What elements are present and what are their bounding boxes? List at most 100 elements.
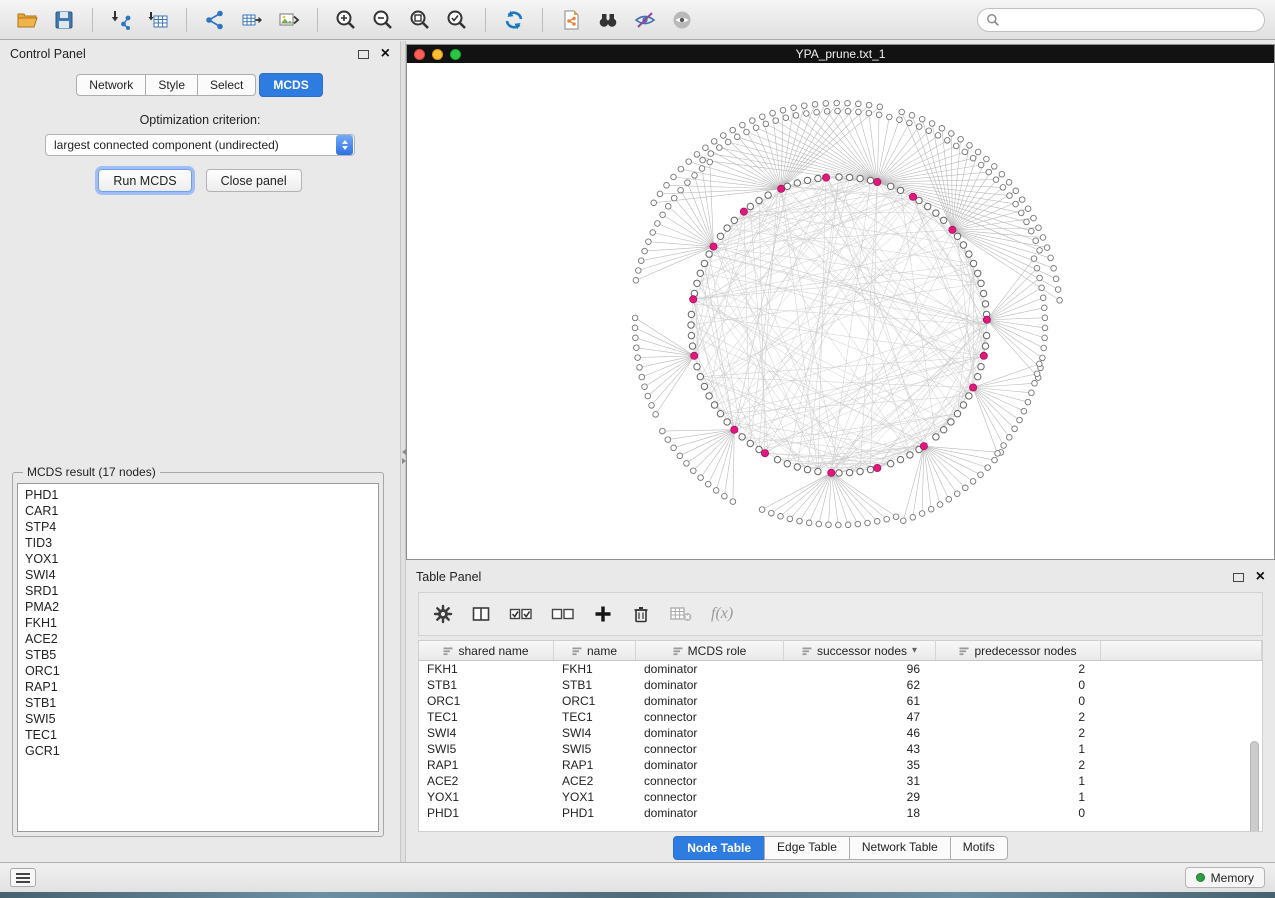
table-cell: dominator xyxy=(636,806,784,820)
table-row[interactable]: YOX1YOX1connector291 xyxy=(419,789,1262,805)
zoom-selected-button[interactable] xyxy=(440,4,474,36)
mcds-result-item[interactable]: SWI4 xyxy=(25,567,378,583)
mcds-result-item[interactable]: STB1 xyxy=(25,695,378,711)
table-cell: dominator xyxy=(636,726,784,740)
float-table-panel-icon[interactable] xyxy=(1233,573,1244,582)
mcds-result-item[interactable]: ACE2 xyxy=(25,631,378,647)
tab-motifs[interactable]: Motifs xyxy=(950,836,1008,860)
tab-node-table[interactable]: Node Table xyxy=(673,836,765,860)
export-table-button[interactable] xyxy=(235,4,269,36)
table-row[interactable]: RAP1RAP1dominator352 xyxy=(419,757,1262,773)
table-row[interactable]: TEC1TEC1connector472 xyxy=(419,709,1262,725)
run-mcds-button[interactable]: Run MCDS xyxy=(98,169,191,192)
table-row[interactable]: FKH1FKH1dominator962 xyxy=(419,661,1262,677)
criterion-dropdown[interactable]: largest connected component (undirected) xyxy=(45,134,355,156)
table-cell: STB1 xyxy=(419,678,554,692)
mcds-result-item[interactable]: SWI5 xyxy=(25,711,378,727)
import-table-button[interactable] xyxy=(141,4,175,36)
tab-edge-table[interactable]: Edge Table xyxy=(764,836,850,860)
table-cell: ORC1 xyxy=(554,694,636,708)
column-header-successor-nodes[interactable]: successor nodes▾ xyxy=(784,641,936,660)
deselect-all-icon[interactable] xyxy=(551,604,575,624)
mcds-result-item[interactable]: FKH1 xyxy=(25,615,378,631)
table-cell: 0 xyxy=(936,806,1101,820)
mcds-result-item[interactable]: SRD1 xyxy=(25,583,378,599)
mcds-result-item[interactable]: ORC1 xyxy=(25,663,378,679)
zoom-in-icon xyxy=(334,8,358,32)
column-header-shared-name[interactable]: shared name xyxy=(419,641,554,660)
table-cell: 29 xyxy=(784,790,936,804)
tab-network[interactable]: Network xyxy=(76,74,146,96)
mcds-result-item[interactable]: CAR1 xyxy=(25,503,378,519)
table-scrollbar[interactable] xyxy=(1250,741,1259,832)
mcds-result-item[interactable]: RAP1 xyxy=(25,679,378,695)
mcds-result-item[interactable]: YOX1 xyxy=(25,551,378,567)
document-share-button[interactable] xyxy=(554,4,588,36)
zoom-out-button[interactable] xyxy=(366,4,400,36)
column-header-name[interactable]: name xyxy=(554,641,636,660)
table-panel-title: Table Panel xyxy=(416,570,481,584)
table-row[interactable]: SWI4SWI4dominator462 xyxy=(419,725,1262,741)
memory-status-icon xyxy=(1196,873,1205,882)
network-canvas[interactable] xyxy=(407,63,1274,559)
close-panel-icon[interactable]: × xyxy=(381,46,390,62)
network-graph[interactable] xyxy=(407,63,1275,559)
table-settings-gear-icon[interactable] xyxy=(433,604,453,624)
open-file-button[interactable] xyxy=(10,4,44,36)
show-details-button[interactable] xyxy=(665,4,699,36)
network-window: YPA_prune.txt_1 xyxy=(406,44,1275,560)
import-network-button[interactable] xyxy=(104,4,138,36)
memory-button[interactable]: Memory xyxy=(1185,867,1265,888)
hide-details-button[interactable] xyxy=(628,4,662,36)
add-column-icon[interactable] xyxy=(593,604,613,624)
zoom-fit-button[interactable] xyxy=(403,4,437,36)
mcds-result-item[interactable]: PMA2 xyxy=(25,599,378,615)
apply-layout-button[interactable] xyxy=(497,4,531,36)
export-network-button[interactable] xyxy=(198,4,232,36)
export-image-button[interactable] xyxy=(272,4,306,36)
memory-label: Memory xyxy=(1211,871,1254,885)
tab-mcds[interactable]: MCDS xyxy=(259,73,322,97)
mcds-result-item[interactable]: STB5 xyxy=(25,647,378,663)
float-panel-icon[interactable] xyxy=(358,50,369,59)
column-header-mcds-role[interactable]: MCDS role xyxy=(636,641,784,660)
mcds-result-item[interactable]: TEC1 xyxy=(25,727,378,743)
mcds-result-item[interactable]: PHD1 xyxy=(25,487,378,503)
table-cell: STB1 xyxy=(554,678,636,692)
delete-column-icon[interactable] xyxy=(631,604,651,624)
table-row[interactable]: SWI5SWI5connector431 xyxy=(419,741,1262,757)
select-all-icon[interactable] xyxy=(509,604,533,624)
mcds-result-item[interactable]: TID3 xyxy=(25,535,378,551)
split-columns-icon[interactable] xyxy=(471,604,491,624)
table-row[interactable]: STB1STB1dominator620 xyxy=(419,677,1262,693)
status-menu-button[interactable] xyxy=(10,868,36,887)
save-session-button[interactable] xyxy=(47,4,81,36)
table-row[interactable]: ACE2ACE2connector311 xyxy=(419,773,1262,789)
table-cell: FKH1 xyxy=(419,662,554,676)
tab-network-table[interactable]: Network Table xyxy=(849,836,951,860)
close-table-panel-icon[interactable]: × xyxy=(1256,569,1265,585)
table-row[interactable]: PHD1PHD1dominator180 xyxy=(419,805,1262,821)
table-cell: TEC1 xyxy=(554,710,636,724)
search-network-button[interactable] xyxy=(591,4,625,36)
table-row[interactable]: ORC1ORC1dominator610 xyxy=(419,693,1262,709)
mcds-result-item[interactable]: STP4 xyxy=(25,519,378,535)
table-cell: 2 xyxy=(936,726,1101,740)
table-cell: 62 xyxy=(784,678,936,692)
search-box[interactable] xyxy=(977,8,1265,32)
search-input[interactable] xyxy=(1006,13,1256,27)
zoom-in-button[interactable] xyxy=(329,4,363,36)
open-folder-icon xyxy=(15,8,39,32)
mcds-result-item[interactable]: GCR1 xyxy=(25,743,378,759)
column-header-predecessor-nodes[interactable]: predecessor nodes xyxy=(936,641,1101,660)
close-panel-button[interactable]: Close panel xyxy=(206,169,302,192)
mcds-result-list[interactable]: PHD1CAR1STP4TID3YOX1SWI4SRD1PMA2FKH1ACE2… xyxy=(17,483,379,832)
toolbar-separator xyxy=(485,8,486,32)
tab-style[interactable]: Style xyxy=(145,74,198,96)
network-titlebar[interactable]: YPA_prune.txt_1 xyxy=(407,45,1274,63)
table-cell: PHD1 xyxy=(554,806,636,820)
eye-icon xyxy=(670,8,694,32)
tab-select[interactable]: Select xyxy=(197,74,256,96)
table-cell: 18 xyxy=(784,806,936,820)
table-cell: 2 xyxy=(936,758,1101,772)
